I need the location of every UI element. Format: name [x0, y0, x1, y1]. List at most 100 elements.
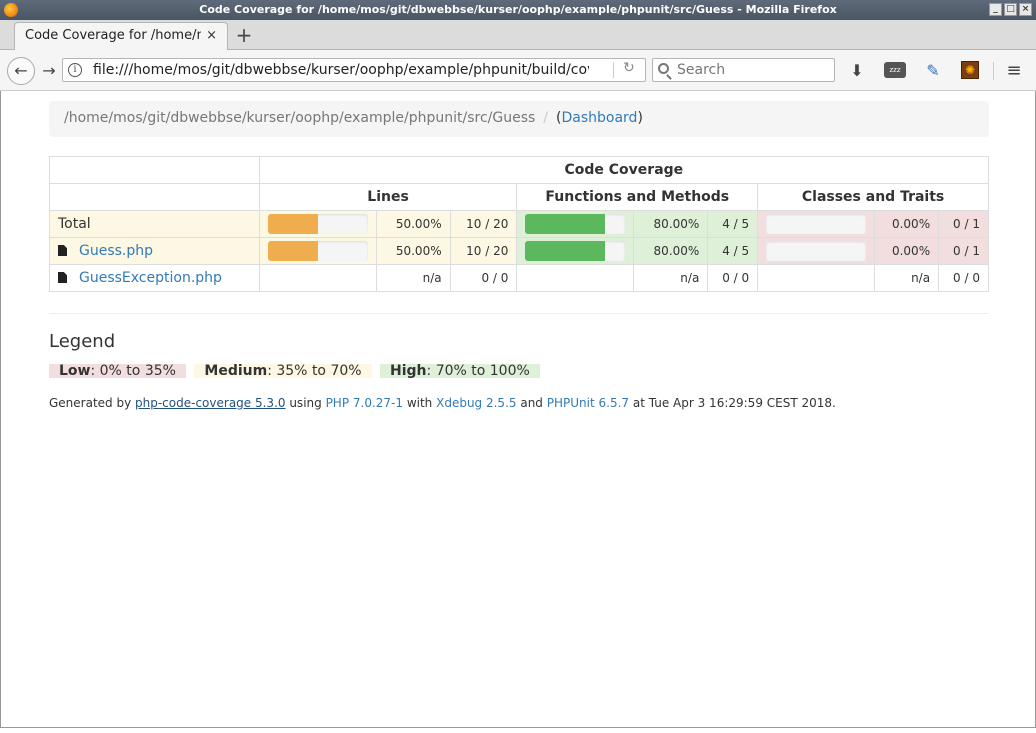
functions-percent: 80.00% — [633, 237, 709, 265]
classes-ratio: 0 / 0 — [938, 264, 989, 292]
legend-title: Legend — [49, 331, 116, 352]
forward-button[interactable]: → — [38, 59, 60, 83]
coverage-table-body: Total 50.00% 10 / 20 80.00% 4 / 5 0.00% 0 / 1G… — [49, 210, 989, 292]
lines-ratio: 10 / 20 — [449, 237, 518, 265]
classes-percent: 0.00% — [874, 237, 940, 265]
search-input[interactable] — [677, 59, 827, 81]
tab-code-coverage[interactable]: Code Coverage for /home/mos/git/dbwebbse… — [14, 22, 228, 51]
breadcrumb-path: /home/mos/git/dbwebbse/kurser/oophp/exam… — [64, 110, 536, 126]
functions-ratio: 0 / 0 — [707, 264, 759, 292]
lines-percent: n/a — [375, 264, 451, 292]
addon-extension-icon[interactable]: ✺ — [961, 61, 979, 79]
window-bottom-edge — [0, 727, 1036, 733]
footer-using: using — [285, 396, 326, 410]
tab-close-icon[interactable]: × — [206, 23, 217, 49]
minimize-button[interactable]: _ — [989, 3, 1002, 16]
functions-progress-fill — [525, 241, 606, 261]
footer: Generated by php-code-coverage 5.3.0 usi… — [49, 396, 836, 410]
legend-low-label: Low — [59, 363, 91, 379]
footer-with: with — [403, 396, 437, 410]
footer-and: and — [516, 396, 547, 410]
header-code-coverage: Code Coverage — [258, 156, 990, 184]
legend-medium: Medium: 35% to 70% — [194, 364, 372, 378]
new-tab-button[interactable]: + — [234, 23, 254, 47]
file-link[interactable]: Guess.php — [79, 243, 153, 259]
php-link[interactable]: PHP 7.0.27-1 — [326, 396, 403, 410]
header-functions: Functions and Methods — [516, 183, 759, 211]
lines-progress-bar — [267, 214, 368, 234]
maximize-button[interactable]: □ — [1004, 3, 1017, 16]
site-info-icon[interactable]: i — [68, 63, 82, 77]
firefox-logo-icon — [4, 3, 18, 17]
hamburger-menu-icon[interactable]: ≡ — [1003, 60, 1025, 82]
breadcrumb-close-paren: ) — [637, 110, 643, 126]
row-name-cell: Guess.php — [49, 237, 260, 265]
php-code-coverage-link[interactable]: php-code-coverage 5.3.0 — [135, 396, 286, 410]
breadcrumb: /home/mos/git/dbwebbse/kurser/oophp/exam… — [49, 101, 989, 137]
table-row: Total 50.00% 10 / 20 80.00% 4 / 5 0.00% 0 / 1 — [49, 210, 989, 238]
functions-percent: 80.00% — [633, 210, 709, 238]
classes-bar-cell — [757, 237, 876, 265]
url-separator — [613, 62, 614, 78]
lines-bar-cell — [258, 237, 377, 265]
lines-progress-fill — [267, 214, 318, 234]
legend: Low: 0% to 35% Medium: 35% to 70% High: … — [49, 363, 544, 379]
dashboard-link[interactable]: Dashboard — [561, 110, 637, 126]
file-icon — [58, 245, 67, 256]
functions-progress-bar — [525, 214, 626, 234]
functions-progress-fill — [525, 214, 606, 234]
download-icon[interactable]: ⬇ — [846, 60, 868, 82]
phpunit-link[interactable]: PHPUnit 6.5.7 — [547, 396, 629, 410]
url-input[interactable]: file:///home/mos/git/dbwebbse/kurser/oop… — [93, 59, 589, 81]
table-header-row-top: Code Coverage — [49, 156, 990, 184]
functions-progress-bar — [525, 241, 626, 261]
tab-title: Code Coverage for /home/mos/git/dbwebbse… — [25, 28, 201, 43]
table-row: Guess.php 50.00% 10 / 20 80.00% 4 / 5 0.00% 0 … — [49, 237, 989, 265]
table-header-empty — [49, 183, 260, 211]
classes-progress-bar — [766, 241, 867, 261]
lines-ratio: 0 / 0 — [449, 264, 518, 292]
xdebug-link[interactable]: Xdebug 2.5.5 — [436, 396, 516, 410]
functions-bar-cell — [516, 264, 635, 292]
page-content: /home/mos/git/dbwebbse/kurser/oophp/exam… — [0, 91, 1036, 727]
functions-percent: n/a — [633, 264, 709, 292]
lines-bar-cell — [258, 210, 377, 238]
file-link[interactable]: GuessException.php — [79, 270, 222, 286]
legend-high-label: High — [390, 363, 427, 379]
navigation-toolbar: ← → i file:///home/mos/git/dbwebbse/kurs… — [0, 50, 1036, 91]
legend-low-range: : 0% to 35% — [90, 363, 176, 379]
file-icon — [58, 272, 67, 283]
window-controls: _ □ × — [989, 3, 1032, 16]
search-bar[interactable] — [652, 58, 835, 82]
lines-percent: 50.00% — [375, 210, 451, 238]
close-window-button[interactable]: × — [1019, 3, 1032, 16]
lines-progress-fill — [267, 241, 318, 261]
classes-percent: 0.00% — [874, 210, 940, 238]
reload-icon[interactable]: ↻ — [623, 60, 635, 76]
legend-high-range: : 70% to 100% — [426, 363, 530, 379]
functions-bar-cell — [516, 210, 635, 238]
divider — [49, 313, 989, 314]
table-header-empty — [49, 156, 260, 184]
breadcrumb-separator: / — [543, 110, 548, 126]
classes-percent: n/a — [874, 264, 940, 292]
legend-high: High: 70% to 100% — [380, 364, 540, 378]
tab-strip: Code Coverage for /home/mos/git/dbwebbse… — [0, 20, 1036, 51]
eyedropper-icon[interactable]: ✎ — [922, 60, 944, 82]
zzz-extension-icon[interactable]: zzz — [884, 62, 906, 78]
coverage-table: Code Coverage Lines Functions and Method… — [49, 156, 990, 292]
footer-timestamp: at Tue Apr 3 16:29:59 CEST 2018. — [629, 396, 836, 410]
classes-ratio: 0 / 1 — [938, 210, 989, 238]
classes-progress-bar — [766, 214, 867, 234]
url-bar[interactable]: i file:///home/mos/git/dbwebbse/kurser/o… — [62, 58, 646, 82]
window-titlebar: Code Coverage for /home/mos/git/dbwebbse… — [0, 0, 1036, 20]
window-title: Code Coverage for /home/mos/git/dbwebbse… — [199, 3, 837, 16]
functions-bar-cell — [516, 237, 635, 265]
search-icon — [658, 63, 669, 74]
toolbar-separator — [993, 62, 994, 80]
table-header-row: Lines Functions and Methods Classes and … — [49, 183, 989, 211]
classes-ratio: 0 / 1 — [938, 237, 989, 265]
header-classes: Classes and Traits — [757, 183, 989, 211]
back-button[interactable]: ← — [7, 57, 35, 85]
lines-ratio: 10 / 20 — [449, 210, 518, 238]
